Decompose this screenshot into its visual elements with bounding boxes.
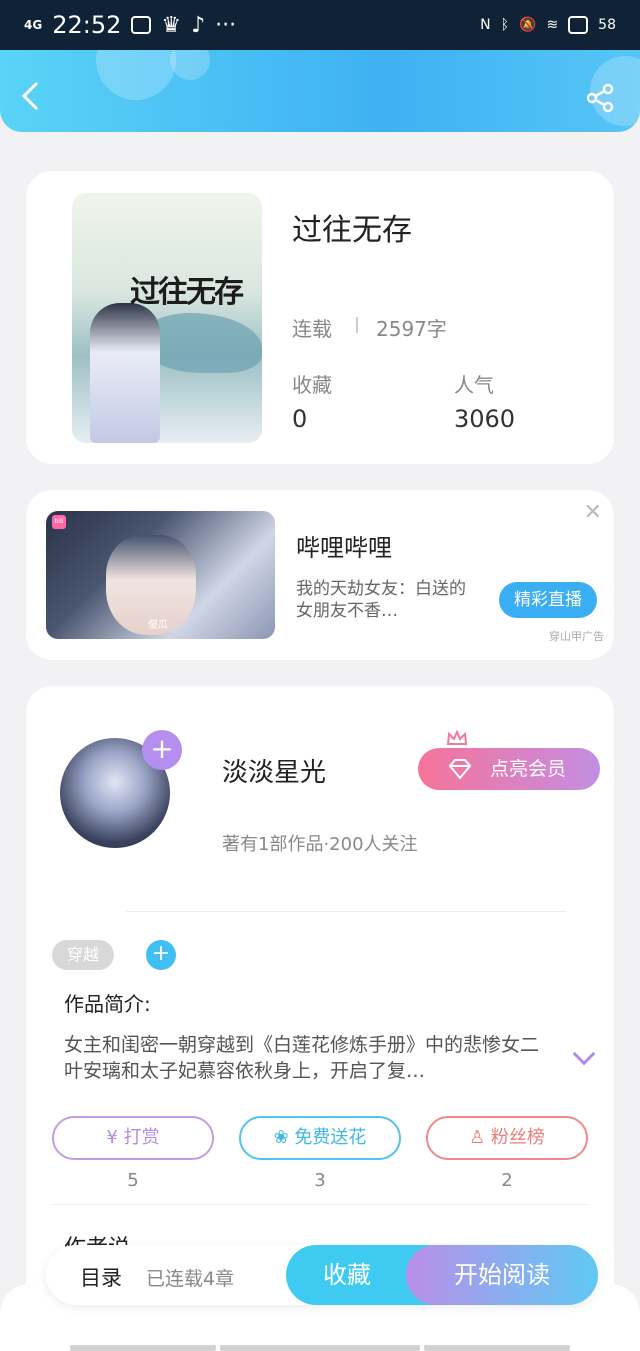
battery-icon (568, 16, 589, 34)
ad-live-button[interactable]: 精彩直播 (499, 582, 597, 618)
add-tag-icon[interactable]: + (146, 940, 176, 970)
collect-label: 收藏 (323, 1261, 371, 1289)
fan-rank-button[interactable]: ♙ 粉丝榜 (426, 1116, 588, 1160)
fan-rank-label: 粉丝榜 (490, 1127, 545, 1148)
nav-indicator (70, 1345, 216, 1351)
book-status: 连载 (292, 317, 332, 341)
ad-source-tag: 穿山甲广告 (549, 630, 604, 643)
vip-button[interactable]: 点亮会员 (418, 748, 600, 790)
follow-plus-icon[interactable]: + (142, 730, 182, 770)
decor-bubble (170, 50, 210, 80)
popularity-value: 3060 (454, 405, 516, 433)
intro-title: 作品简介: (64, 992, 151, 1016)
mute-icon: 🔕 (519, 17, 537, 33)
battery-level: 58 (598, 17, 616, 33)
ad-card[interactable]: bili 傻瓜 ✕ 哔哩哔哩 我的天劫女友：白送的女朋友不香… 精彩直播 穿山甲… (26, 490, 614, 660)
ad-brand: 哔哩哔哩 (296, 534, 392, 562)
reward-label: 打赏 (123, 1127, 160, 1148)
fan-rank-count: 2 (501, 1170, 513, 1191)
user-icon: ♙ (469, 1127, 491, 1148)
wifi-icon: ≋ (546, 17, 559, 33)
send-flower-label: 免费送花 (294, 1127, 367, 1148)
cover-title: 过往无存 (130, 275, 244, 310)
network-indicator: 4G (24, 18, 43, 32)
back-arrow-icon[interactable] (21, 81, 51, 111)
reward-button[interactable]: ¥ 打赏 (52, 1116, 214, 1160)
bluetooth-icon: ᛒ (500, 17, 509, 33)
cover-water (142, 313, 262, 373)
book-title: 过往无存 (292, 213, 412, 248)
message-icon (131, 16, 152, 34)
start-reading-button[interactable]: 开始阅读 (406, 1245, 598, 1305)
music-icon: ♪ (191, 12, 206, 38)
send-flower-button[interactable]: ❀ 免费送花 (239, 1116, 401, 1160)
divider (52, 1204, 588, 1205)
more-icon: ··· (215, 12, 237, 38)
author-name[interactable]: 淡淡星光 (222, 752, 326, 789)
cover-figure (90, 303, 160, 443)
decor-bubble (96, 50, 176, 100)
nav-indicator (220, 1345, 420, 1351)
word-count: 2597字 (376, 317, 447, 341)
status-bar: 4G 22:52 ♛ ♪ ··· N ᛒ 🔕 ≋ 58 (0, 0, 640, 50)
genre-tag[interactable]: 穿越 (52, 940, 114, 970)
popularity-label: 人气 (454, 373, 494, 397)
book-cover[interactable]: 过往无存 (72, 193, 262, 443)
book-info-card: 过往无存 过往无存 连载 2597字 收藏 0 人气 3060 (26, 171, 614, 464)
favorites-label: 收藏 (292, 373, 332, 397)
divider (126, 911, 566, 912)
yen-icon: ¥ (106, 1127, 124, 1148)
top-header (0, 50, 640, 132)
toc-button[interactable]: 目录 (80, 1262, 122, 1292)
nav-indicator (424, 1345, 570, 1351)
flower-icon: ❀ (273, 1127, 295, 1148)
crown-status-icon: ♛ (161, 12, 182, 38)
favorites-value: 0 (292, 405, 308, 433)
diamond-icon (448, 759, 472, 780)
status-divider (356, 317, 358, 333)
nfc-icon: N (480, 17, 491, 33)
ad-watermark: 傻瓜 (148, 620, 168, 631)
flower-count: 3 (314, 1170, 326, 1191)
crown-icon (446, 730, 468, 745)
reward-count: 5 (127, 1170, 139, 1191)
ad-description: 我的天劫女友：白送的女朋友不香… (296, 579, 466, 621)
vip-button-label: 点亮会员 (490, 758, 567, 780)
intro-text: 女主和闺密一朝穿越到《白莲花修炼手册》中的悲惨女二叶安璃和太子妃慕容依秋身上，开… (64, 1034, 540, 1082)
ad-thumbnail[interactable]: bili 傻瓜 (46, 511, 275, 639)
share-icon[interactable] (584, 82, 616, 114)
author-meta: 著有1部作品·200人关注 (222, 834, 418, 855)
bilibili-logo: bili (52, 515, 66, 529)
close-icon[interactable]: ✕ (584, 500, 602, 525)
bottom-action-bar: 目录 已连载4章 收藏 开始阅读 (46, 1245, 598, 1305)
chevron-down-icon[interactable] (572, 1042, 596, 1066)
chapter-count: 已连载4章 (146, 1268, 235, 1290)
clock: 22:52 (52, 11, 122, 39)
